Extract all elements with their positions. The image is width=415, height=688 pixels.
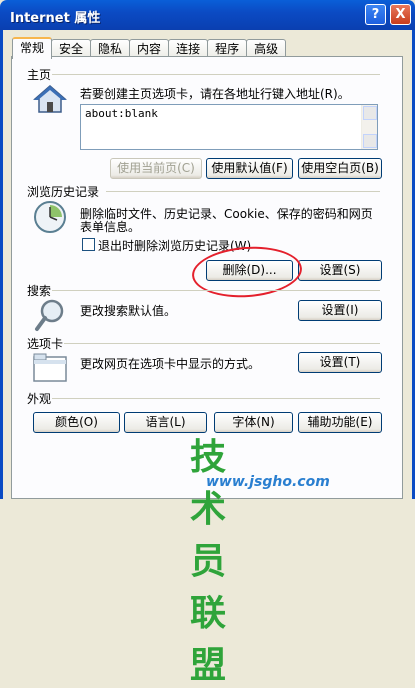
title-bar[interactable]: Internet 属性 ? X (0, 0, 415, 30)
magnifier-icon (34, 298, 66, 335)
scroll-down-icon[interactable] (363, 134, 377, 148)
home-section-label: 主页 (27, 68, 52, 82)
tabs-settings-button[interactable]: 设置(T) (298, 352, 382, 373)
search-section-label: 搜索 (27, 284, 52, 298)
tab-general[interactable]: 常规 (12, 37, 53, 59)
history-description-line2: 表单信息。 (80, 220, 141, 234)
appearance-section-label: 外观 (27, 392, 52, 406)
window-title: Internet 属性 (10, 11, 101, 26)
tabs-section-divider (64, 343, 380, 344)
colors-button[interactable]: 颜色(O) (33, 412, 120, 433)
search-section-divider (52, 290, 380, 291)
use-default-button[interactable]: 使用默认值(F) (206, 158, 293, 179)
address-scrollbar[interactable] (361, 105, 377, 149)
window-frame-left (0, 30, 3, 499)
watermark-title: 技术员联盟 (190, 437, 228, 686)
scroll-up-icon[interactable] (363, 106, 377, 120)
watermark-url: www.jsgho.com (206, 474, 330, 490)
house-icon (32, 84, 68, 117)
tab-strip: 常规 安全 隐私 内容 连接 程序 高级 (12, 37, 287, 59)
tabbed-window-icon (33, 353, 67, 386)
use-blank-button[interactable]: 使用空白页(B) (298, 158, 382, 179)
help-button[interactable]: ? (365, 4, 386, 25)
search-description: 更改搜索默认值。 (80, 304, 177, 318)
home-address-field[interactable]: about:blank (80, 104, 378, 150)
history-settings-button[interactable]: 设置(S) (298, 260, 382, 281)
home-description: 若要创建主页选项卡，请在各地址行键入地址(R)。 (80, 87, 350, 101)
home-address-value: about:blank (85, 107, 158, 120)
appearance-section-divider (52, 398, 380, 399)
tabs-section-label: 选项卡 (27, 337, 64, 351)
tabs-description: 更改网页在选项卡中显示的方式。 (80, 357, 261, 371)
history-clock-icon (33, 200, 67, 237)
accessibility-button[interactable]: 辅助功能(E) (298, 412, 382, 433)
search-settings-button[interactable]: 设置(I) (298, 300, 382, 321)
history-section-divider (106, 191, 380, 192)
delete-on-exit-checkbox[interactable] (82, 238, 95, 251)
home-section-divider (52, 74, 380, 75)
close-button[interactable]: X (390, 4, 411, 25)
use-current-button[interactable]: 使用当前页(C) (110, 158, 202, 179)
history-section-label: 浏览历史记录 (27, 185, 100, 199)
